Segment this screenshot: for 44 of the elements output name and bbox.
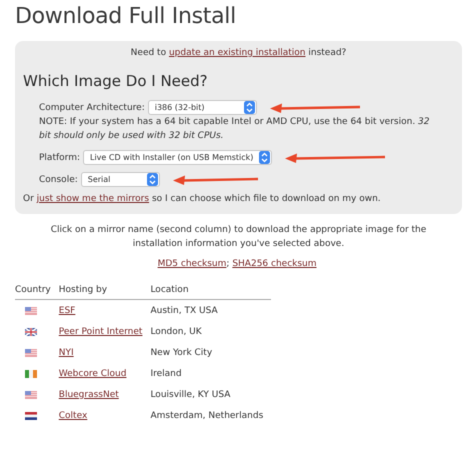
separator: ; [226,259,230,269]
arrow-icon [172,174,258,184]
instructions-text: Click on a mirror name (second column) to download the appropriate image for the installation information you've selected above. [50,224,428,250]
mirror-link[interactable]: Webcore Cloud [58,368,126,378]
checksum-link[interactable]: MD5 checksum [158,259,226,269]
arrow-icon [285,152,386,162]
section-heading: Which Image Do I Need? [23,72,209,90]
column-header: Country [15,283,59,300]
location-cell-text: Ireland [150,368,183,380]
update-link[interactable]: update an existing installation [168,48,306,58]
dropdown[interactable]: Serial [80,172,160,187]
location-cell-text: Amsterdam, Netherlands [150,410,264,422]
mirror-link[interactable]: Coltex [58,410,88,420]
stepper-icon [244,101,255,114]
mirror-link[interactable]: BluegrassNet [58,390,119,400]
mirror-link[interactable]: NYI [58,348,74,358]
location-cell-text: Louisville, KY USA [150,388,232,402]
dropdown[interactable]: Live CD with Installer (on USB Memstick) [83,150,272,165]
arrow-icon [270,102,360,112]
flag-icon [25,412,37,420]
flag-icon [25,328,37,336]
update-notice: Need to update an existing installation instead? [130,48,348,58]
mirror-link[interactable]: ESF [58,306,76,316]
flag-icon [25,306,37,314]
location-cell-text: New York City [150,346,214,360]
stepper-icon [259,151,270,164]
location-cell: Austin, TX USA [150,300,272,321]
mirrors-notice: Or just show me the mirrors so I can choose which file to download on my own. [23,194,382,204]
page-title: Download Full Install [15,4,237,29]
column-header: Hosting by [58,283,150,300]
select-label: Platform: [39,152,80,162]
note-text: NOTE: If your system has a 64 bit capable Intel or AMD CPU, use the 64 bit version. 32 bit should only be used with 32 bit CPUs. [39,116,430,142]
select-label: Computer Architecture: [39,102,145,112]
location-cell-text: London, UK [150,326,203,338]
flag-icon [25,390,37,398]
mirror-link[interactable]: Peer Point Internet [58,326,142,336]
stepper-icon [146,173,158,186]
checksum-link[interactable]: SHA256 checksum [232,259,317,269]
flag-icon [25,348,37,356]
select-label: Console: [39,174,78,184]
mirrors-link[interactable]: just show me the mirrors [36,194,150,204]
column-header: Location [150,283,272,300]
dropdown[interactable]: i386 (32-bit) [148,100,257,115]
flag-icon [25,370,37,378]
